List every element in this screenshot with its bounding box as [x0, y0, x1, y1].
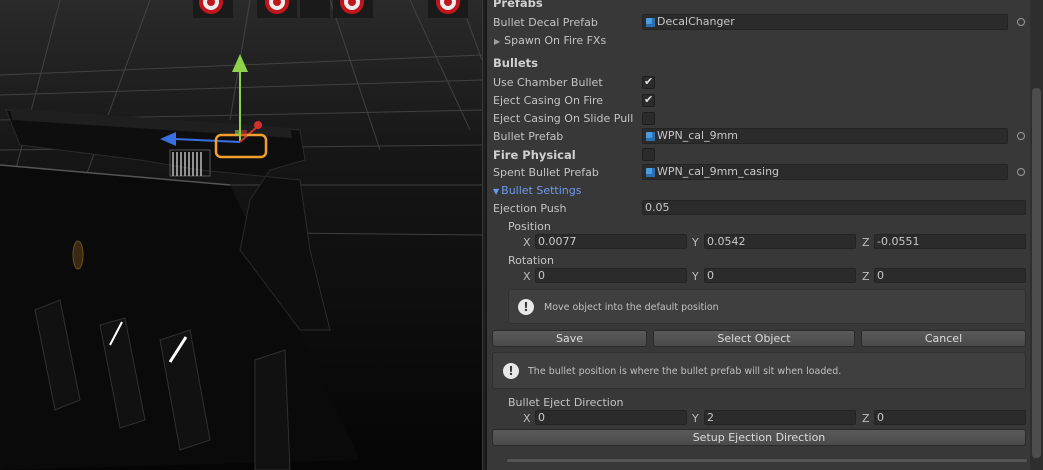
- save-button[interactable]: Save: [492, 330, 647, 347]
- spent-bullet-prefab-label: Spent Bullet Prefab: [493, 166, 599, 179]
- ejection-push-label: Ejection Push: [493, 202, 567, 215]
- info-icon: !: [503, 363, 519, 379]
- object-picker-icon[interactable]: [1017, 18, 1025, 26]
- move-object-help-text: Move object into the default position: [544, 302, 719, 313]
- bullet-eject-direction-label: Bullet Eject Direction: [508, 396, 624, 409]
- setup-ejection-direction-button[interactable]: Setup Ejection Direction: [492, 429, 1026, 446]
- use-chamber-bullet-label: Use Chamber Bullet: [493, 76, 603, 89]
- cancel-button[interactable]: Cancel: [861, 330, 1026, 347]
- rotation-y-field[interactable]: 0: [704, 268, 856, 283]
- position-z-field[interactable]: -0.0551: [874, 234, 1026, 249]
- object-picker-icon[interactable]: [1017, 132, 1025, 140]
- use-chamber-bullet-checkbox[interactable]: [642, 75, 655, 89]
- bullet-prefab-label: Bullet Prefab: [493, 130, 564, 143]
- spawn-on-fire-fxs-label: Spawn On Fire FXs: [494, 34, 606, 47]
- eject-y-field[interactable]: 2: [704, 410, 856, 425]
- fire-physical-row: Fire Physical: [487, 146, 1032, 164]
- horizontal-scrollbar[interactable]: [507, 459, 1027, 462]
- y-axis-handle[interactable]: [232, 54, 248, 72]
- fire-physical-checkbox[interactable]: [642, 148, 655, 161]
- eject-y-axis-label: Y: [692, 412, 699, 425]
- x-axis-handle[interactable]: [254, 121, 262, 129]
- eject-x-axis-label: X: [523, 412, 531, 425]
- bullet-decal-prefab-row: Bullet Decal Prefab DecalChanger: [487, 14, 1032, 32]
- bullet-position-helpbox: ! The bullet position is where the bulle…: [492, 352, 1026, 389]
- rotation-x-axis-label: X: [523, 270, 531, 283]
- eject-casing-on-slide-pull-checkbox[interactable]: [642, 112, 655, 125]
- rotation-z-field[interactable]: 0: [874, 268, 1026, 283]
- bullet-prefab-field[interactable]: WPN_cal_9mm: [642, 128, 1008, 144]
- ejection-push-field[interactable]: 0.05: [642, 200, 1026, 215]
- inspector-panel: Prefabs Bullet Decal Prefab DecalChanger…: [487, 0, 1043, 470]
- rotation-vector-row: X 0 Y 0 Z 0: [487, 268, 1032, 286]
- bullet-decal-prefab-value: DecalChanger: [657, 15, 735, 28]
- select-object-button[interactable]: Select Object: [653, 330, 855, 347]
- scene-render: [0, 0, 482, 470]
- section-title-prefabs: Prefabs: [493, 0, 543, 10]
- bullet-decal-prefab-label: Bullet Decal Prefab: [493, 16, 598, 29]
- rotation-z-axis-label: Z: [862, 270, 870, 283]
- bullet-position-help-text: The bullet position is where the bullet …: [528, 366, 842, 377]
- spawn-on-fire-fxs-foldout[interactable]: Spawn On Fire FXs: [487, 32, 1032, 50]
- scrollbar-thumb[interactable]: [1032, 88, 1041, 458]
- eject-casing-on-fire-checkbox[interactable]: [642, 93, 655, 107]
- spent-bullet-prefab-value: WPN_cal_9mm_casing: [657, 165, 780, 178]
- bullet-eject-direction-vector-row: X 0 Y 2 Z 0: [487, 410, 1032, 428]
- position-x-field[interactable]: 0.0077: [535, 234, 687, 249]
- scene-view[interactable]: [0, 0, 482, 470]
- eject-x-field[interactable]: 0: [535, 410, 687, 425]
- use-chamber-bullet-row: Use Chamber Bullet: [487, 74, 1032, 92]
- eject-casing-on-fire-label: Eject Casing On Fire: [493, 94, 604, 107]
- prefab-cube-icon: [646, 18, 655, 27]
- info-icon: !: [518, 299, 534, 315]
- spent-bullet-prefab-row: Spent Bullet Prefab WPN_cal_9mm_casing: [487, 164, 1032, 182]
- rotation-x-field[interactable]: 0: [535, 268, 687, 283]
- rotation-y-axis-label: Y: [692, 270, 699, 283]
- bullets-header: Bullets: [487, 54, 1032, 72]
- position-vector-row: X 0.0077 Y 0.0542 Z -0.0551: [487, 234, 1032, 252]
- eject-casing-on-slide-pull-label: Eject Casing On Slide Pull: [493, 112, 634, 125]
- vertical-scrollbar[interactable]: [1030, 0, 1043, 470]
- eject-casing-on-slide-pull-row: Eject Casing On Slide Pull: [487, 110, 1032, 128]
- prefabs-header: Prefabs: [487, 0, 1032, 12]
- bullet-settings-label: Bullet Settings: [493, 184, 581, 197]
- rotation-label: Rotation: [508, 254, 555, 267]
- fire-physical-label: Fire Physical: [493, 148, 576, 162]
- eject-z-axis-label: Z: [862, 412, 870, 425]
- eject-z-field[interactable]: 0: [874, 410, 1026, 425]
- bullet-prefab-value: WPN_cal_9mm: [657, 129, 739, 142]
- spent-bullet-prefab-field[interactable]: WPN_cal_9mm_casing: [642, 164, 1008, 180]
- position-x-axis-label: X: [523, 236, 531, 249]
- ejection-push-row: Ejection Push 0.05: [487, 200, 1032, 218]
- section-title-bullets: Bullets: [493, 56, 538, 70]
- position-y-axis-label: Y: [692, 236, 699, 249]
- prefab-cube-icon: [646, 168, 655, 177]
- loose-bullet: [72, 240, 84, 270]
- position-z-axis-label: Z: [862, 236, 870, 249]
- bullet-decal-prefab-field[interactable]: DecalChanger: [642, 14, 1008, 30]
- object-picker-icon[interactable]: [1017, 168, 1025, 176]
- eject-casing-on-fire-row: Eject Casing On Fire: [487, 92, 1032, 110]
- position-label: Position: [508, 220, 551, 233]
- move-object-helpbox: ! Move object into the default position: [508, 289, 1026, 324]
- bullet-settings-foldout[interactable]: Bullet Settings: [487, 182, 1032, 200]
- prefab-cube-icon: [646, 132, 655, 141]
- position-y-field[interactable]: 0.0542: [704, 234, 856, 249]
- bullet-prefab-row: Bullet Prefab WPN_cal_9mm: [487, 128, 1032, 146]
